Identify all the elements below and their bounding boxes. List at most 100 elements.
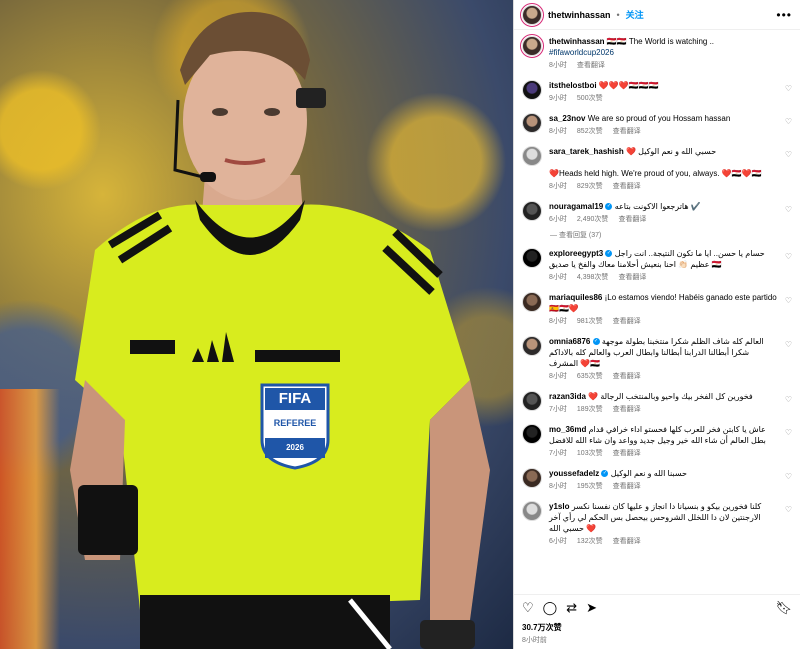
comment-item: omnia6876 ✓ العالم كله شاف الظلم شكرا من… <box>522 336 792 382</box>
caption-time: 8小时 <box>549 62 567 69</box>
avatar[interactable] <box>522 248 542 268</box>
verified-badge-icon: ✓ <box>592 338 600 346</box>
comment-username[interactable]: sa_23nov <box>549 114 585 123</box>
avatar[interactable] <box>522 80 542 100</box>
comment-username[interactable]: omnia6876 <box>549 337 590 346</box>
post-image[interactable]: FIFA REFEREE 2026 <box>0 0 513 649</box>
comment-time: 8小时 <box>549 318 567 325</box>
post-time: 8小时前 <box>522 637 547 644</box>
view-replies-link[interactable]: — 查看回复 (37) <box>550 230 792 240</box>
comment-time: 9小时 <box>549 95 567 102</box>
comment-time: 8小时 <box>549 483 567 490</box>
heart-icon[interactable]: ♡ <box>522 600 534 616</box>
post-username[interactable]: thetwinhassan <box>548 10 611 20</box>
comment-time: 8小时 <box>549 274 567 281</box>
comment-like-icon[interactable]: ♡ <box>785 252 792 261</box>
comment-text-secondary: ❤️Heads held high. We're proud of you, a… <box>549 169 762 178</box>
comment-item: youssefadelz ✓ حسبنا الله و نعم الوكيل 8… <box>522 468 792 492</box>
comment-like-icon[interactable]: ♡ <box>785 340 792 349</box>
avatar[interactable] <box>522 391 542 411</box>
comment-likes[interactable]: 195次赞 <box>577 481 603 492</box>
comment-username[interactable]: mariaquiles86 <box>549 293 602 302</box>
bookmark-icon[interactable]: 🔖︎ <box>775 600 792 616</box>
translate-link[interactable]: 查看翻译 <box>613 126 641 137</box>
caption-username[interactable]: thetwinhassan <box>549 37 605 46</box>
avatar[interactable] <box>522 201 542 221</box>
translate-link[interactable]: 查看翻译 <box>613 481 641 492</box>
comment-likes[interactable]: 132次赞 <box>577 536 603 547</box>
comment-icon[interactable]: ◯ <box>543 600 558 616</box>
caption: thetwinhassan 🇪🇬🇪🇬 The World is watching… <box>520 34 792 71</box>
comment-text: ❤️ حسبي الله و نعم الوكيل <box>625 147 717 156</box>
comment-likes[interactable]: 500次赞 <box>577 93 603 104</box>
repost-icon[interactable]: ⇄ <box>566 600 577 616</box>
comment-username[interactable]: sara_tarek_hashish <box>549 147 624 156</box>
comment-likes[interactable]: 981次赞 <box>577 316 603 327</box>
translate-link[interactable]: 查看翻译 <box>613 448 641 459</box>
comment-likes[interactable]: 103次赞 <box>577 448 603 459</box>
verified-badge-icon: ✓ <box>605 250 613 258</box>
comment-username[interactable]: itsthelostboi <box>549 81 597 90</box>
comment-username[interactable]: y1slo <box>549 502 569 511</box>
translate-link[interactable]: 查看翻译 <box>618 272 646 283</box>
avatar[interactable] <box>522 468 542 488</box>
translate-link[interactable]: 查看翻译 <box>613 404 641 415</box>
comment-like-icon[interactable]: ♡ <box>785 117 792 126</box>
like-count[interactable]: 30.7万次赞 <box>514 620 800 633</box>
send-icon[interactable]: ➤ <box>586 600 597 616</box>
comment-time: 7小时 <box>549 450 567 457</box>
comment-like-icon[interactable]: ♡ <box>785 296 792 305</box>
fifa-badge-year: 2026 <box>286 443 304 452</box>
comment-likes[interactable]: 635次赞 <box>577 371 603 382</box>
comment-username[interactable]: mo_36md <box>549 425 586 434</box>
comment-likes[interactable]: 829次赞 <box>577 181 603 192</box>
avatar[interactable] <box>522 501 542 521</box>
translate-link[interactable]: 查看翻译 <box>613 181 641 192</box>
comment-like-icon[interactable]: ♡ <box>785 428 792 437</box>
translate-link[interactable]: 查看翻译 <box>613 536 641 547</box>
comment-text: هاترجعوا الاكونت بتاعه ✔️ <box>614 202 701 211</box>
comment-text: كلنا فخورين بيكو و بنسيانا دا انجاز و عل… <box>549 502 762 533</box>
comment-username[interactable]: razan3ida <box>549 392 586 401</box>
comment-time: 8小时 <box>549 128 567 135</box>
caption-translate-link[interactable]: 查看翻译 <box>577 60 605 71</box>
comment-likes[interactable]: 2,490次赞 <box>577 214 609 225</box>
avatar[interactable] <box>522 146 542 166</box>
comment-like-icon[interactable]: ♡ <box>785 472 792 481</box>
comment-item: razan3ida ❤️ فخورين كل الفخر بيك واحيو و… <box>522 391 792 415</box>
avatar[interactable] <box>522 292 542 312</box>
action-bar: ♡ ◯ ⇄ ➤ 🔖︎ <box>514 594 800 620</box>
comment-like-icon[interactable]: ♡ <box>785 150 792 159</box>
avatar[interactable] <box>520 34 544 58</box>
translate-link[interactable]: 查看翻译 <box>613 316 641 327</box>
comment-like-icon[interactable]: ♡ <box>785 505 792 514</box>
translate-link[interactable]: 查看翻译 <box>618 214 646 225</box>
translate-link[interactable]: 查看翻译 <box>613 371 641 382</box>
post-side-panel: thetwinhassan • 关注 ••• thetwinhassan 🇪🇬🇪… <box>513 0 800 649</box>
comment-time: 8小时 <box>549 183 567 190</box>
caption-hashtag[interactable]: #fifaworldcup2026 <box>549 48 614 57</box>
avatar[interactable] <box>520 2 544 27</box>
follow-button[interactable]: 关注 <box>626 8 644 21</box>
comment-username[interactable]: nouragamal19 <box>549 202 603 211</box>
comment-like-icon[interactable]: ♡ <box>785 205 792 214</box>
avatar[interactable] <box>522 424 542 444</box>
comment-text: We are so proud of you Hossam hassan <box>587 114 731 123</box>
view-replies-label[interactable]: 查看回复 (37) <box>559 232 601 239</box>
comment-likes[interactable]: 189次赞 <box>577 404 603 415</box>
fifa-badge-logo: FIFA <box>278 390 312 407</box>
comment-likes[interactable]: 852次赞 <box>577 126 603 137</box>
avatar[interactable] <box>522 336 542 356</box>
comment-likes[interactable]: 4,398次赞 <box>577 272 609 283</box>
comment-list[interactable]: thetwinhassan 🇪🇬🇪🇬 The World is watching… <box>514 30 800 594</box>
verified-badge-icon: ✓ <box>601 470 609 478</box>
comment-item: sara_tarek_hashish ❤️ حسبي الله و نعم ال… <box>522 146 792 192</box>
avatar[interactable] <box>522 113 542 133</box>
caption-text: 🇪🇬🇪🇬 The World is watching .. <box>606 37 715 46</box>
separator-dot: • <box>616 9 620 20</box>
comment-username[interactable]: exploreegypt3 <box>549 249 603 258</box>
comment-like-icon[interactable]: ♡ <box>785 84 792 93</box>
comment-like-icon[interactable]: ♡ <box>785 395 792 404</box>
comment-username[interactable]: youssefadelz <box>549 469 599 478</box>
more-options-icon[interactable]: ••• <box>776 8 792 22</box>
